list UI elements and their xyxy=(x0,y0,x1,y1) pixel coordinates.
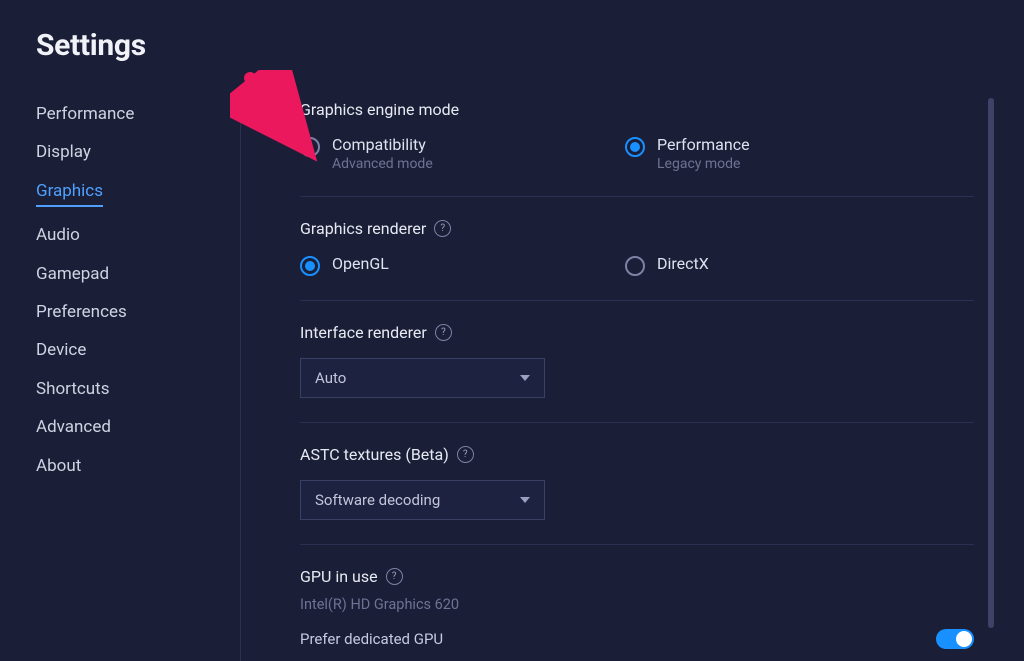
gpu-title-text: GPU in use xyxy=(300,567,378,586)
settings-sidebar: Performance Display Graphics Audio Gamep… xyxy=(36,104,206,476)
sidebar-item-performance[interactable]: Performance xyxy=(36,104,206,124)
help-icon[interactable]: ? xyxy=(386,568,403,585)
radio-circle-icon xyxy=(300,256,320,276)
prefer-gpu-toggle[interactable] xyxy=(936,629,974,649)
radio-opengl[interactable]: OpenGL xyxy=(300,254,625,276)
chevron-down-icon xyxy=(520,497,530,503)
radio-sublabel: Legacy mode xyxy=(657,156,750,172)
interface-renderer-title-text: Interface renderer xyxy=(300,323,427,342)
prefer-gpu-row: Prefer dedicated GPU xyxy=(300,629,974,649)
renderer-options: OpenGL DirectX xyxy=(300,254,974,276)
section-engine-mode: Graphics engine mode Compatibility Advan… xyxy=(300,100,974,197)
sidebar-item-graphics[interactable]: Graphics xyxy=(36,181,103,207)
radio-label: OpenGL xyxy=(332,254,389,273)
prefer-gpu-label: Prefer dedicated GPU xyxy=(300,630,443,648)
sidebar-item-gamepad[interactable]: Gamepad xyxy=(36,264,206,284)
graphics-renderer-title-text: Graphics renderer xyxy=(300,219,426,238)
graphics-renderer-title: Graphics renderer ? xyxy=(300,219,974,238)
help-icon[interactable]: ? xyxy=(435,324,452,341)
radio-label: DirectX xyxy=(657,254,709,273)
sidebar-item-about[interactable]: About xyxy=(36,456,206,476)
settings-content: Graphics engine mode Compatibility Advan… xyxy=(300,100,974,661)
sidebar-item-shortcuts[interactable]: Shortcuts xyxy=(36,379,206,399)
sidebar-item-preferences[interactable]: Preferences xyxy=(36,302,206,322)
dropdown-value: Auto xyxy=(315,369,346,387)
help-icon[interactable]: ? xyxy=(434,220,451,237)
radio-label: Compatibility xyxy=(332,135,433,154)
astc-dropdown[interactable]: Software decoding xyxy=(300,480,545,520)
sidebar-item-advanced[interactable]: Advanced xyxy=(36,417,206,437)
radio-directx[interactable]: DirectX xyxy=(625,254,950,276)
section-astc: ASTC textures (Beta) ? Software decoding xyxy=(300,445,974,545)
radio-label: Performance xyxy=(657,135,750,154)
radio-circle-icon xyxy=(300,137,320,157)
interface-renderer-title: Interface renderer ? xyxy=(300,323,974,342)
section-interface-renderer: Interface renderer ? Auto xyxy=(300,323,974,423)
engine-mode-title: Graphics engine mode xyxy=(300,100,974,119)
interface-renderer-dropdown[interactable]: Auto xyxy=(300,358,545,398)
radio-circle-icon xyxy=(625,137,645,157)
scrollbar[interactable] xyxy=(988,98,994,628)
chevron-down-icon xyxy=(520,375,530,381)
dropdown-value: Software decoding xyxy=(315,491,440,509)
astc-title: ASTC textures (Beta) ? xyxy=(300,445,974,464)
gpu-title: GPU in use ? xyxy=(300,567,974,586)
radio-compatibility[interactable]: Compatibility Advanced mode xyxy=(300,135,625,172)
section-gpu: GPU in use ? Intel(R) HD Graphics 620 Pr… xyxy=(300,567,974,649)
gpu-detail: Intel(R) HD Graphics 620 xyxy=(300,596,974,613)
sidebar-item-display[interactable]: Display xyxy=(36,142,206,162)
sidebar-item-device[interactable]: Device xyxy=(36,340,206,360)
engine-mode-options: Compatibility Advanced mode Performance … xyxy=(300,135,974,172)
sidebar-item-audio[interactable]: Audio xyxy=(36,225,206,245)
radio-performance[interactable]: Performance Legacy mode xyxy=(625,135,950,172)
engine-mode-title-text: Graphics engine mode xyxy=(300,100,459,119)
radio-circle-icon xyxy=(625,256,645,276)
radio-sublabel: Advanced mode xyxy=(332,156,433,172)
vertical-divider xyxy=(240,100,241,661)
help-icon[interactable]: ? xyxy=(457,446,474,463)
section-graphics-renderer: Graphics renderer ? OpenGL DirectX xyxy=(300,219,974,301)
page-title: Settings xyxy=(36,28,146,63)
astc-title-text: ASTC textures (Beta) xyxy=(300,445,449,464)
